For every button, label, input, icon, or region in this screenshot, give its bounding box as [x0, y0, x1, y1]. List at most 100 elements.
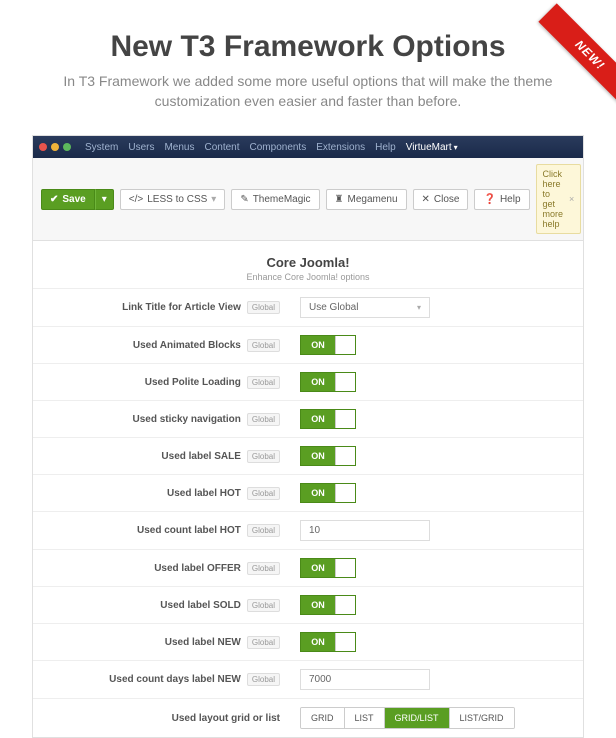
label-polite: Used Polite Loading [145, 377, 241, 388]
menu-extensions[interactable]: Extensions [316, 142, 365, 153]
label-count-new: Used count days label NEW [109, 674, 241, 685]
label-sticky: Used sticky navigation [133, 414, 241, 425]
toggle-knob [335, 484, 355, 502]
help-icon: ❓ [483, 194, 495, 205]
layout-opt-list[interactable]: LIST [345, 708, 385, 728]
chevron-down-icon: ▾ [211, 194, 216, 205]
toggle-on-label: ON [301, 447, 335, 465]
section-title: Core Joomla! [33, 255, 583, 270]
page-title: New T3 Framework Options [0, 30, 616, 64]
row-animated-blocks: Used Animated BlocksGlobal ON [33, 326, 583, 363]
label-sale: Used label SALE [161, 451, 240, 462]
magic-wand-icon: ✎ [240, 194, 248, 205]
close-window-icon[interactable] [39, 143, 47, 151]
layout-opt-listgrid[interactable]: LIST/GRID [450, 708, 514, 728]
global-badge: Global [247, 562, 280, 575]
row-label-offer: Used label OFFER Global ON [33, 549, 583, 586]
toggle-on-label: ON [301, 410, 335, 428]
admin-panel: System Users Menus Content Components Ex… [32, 135, 584, 738]
help-hint-text: Click here to get more help [543, 169, 564, 229]
less-label: LESS to CSS [147, 194, 207, 205]
toggle-animated[interactable]: ON [300, 335, 356, 355]
less-to-css-button[interactable]: </> LESS to CSS ▾ [120, 189, 226, 210]
row-count-hot: Used count label HOT Global [33, 511, 583, 549]
close-icon: ✕ [422, 194, 430, 205]
menu-users[interactable]: Users [128, 142, 154, 153]
row-label-sale: Used label SALEGlobal ON [33, 437, 583, 474]
code-icon: </> [129, 194, 143, 205]
chevron-down-icon: ▾ [417, 303, 421, 312]
menu-system[interactable]: System [85, 142, 118, 153]
save-icon: ✔ [50, 194, 58, 205]
label-hot: Used label HOT [167, 488, 241, 499]
close-label: Close [434, 194, 460, 205]
row-label-hot: Used label HOTGlobal ON [33, 474, 583, 511]
page-subtitle: In T3 Framework we added some more usefu… [40, 72, 576, 111]
thememagic-label: ThemeMagic [253, 194, 311, 205]
toggle-on-label: ON [301, 559, 335, 577]
global-badge: Global [247, 599, 280, 612]
global-badge: Global [247, 413, 280, 426]
global-badge: Global [247, 301, 280, 314]
label-new: Used label NEW [165, 637, 241, 648]
menu-components[interactable]: Components [250, 142, 307, 153]
input-count-new[interactable] [300, 669, 430, 690]
toggle-knob [335, 373, 355, 391]
menu-virtuemart-label: VirtueMart [406, 142, 452, 153]
section-subtitle: Enhance Core Joomla! options [33, 272, 583, 282]
row-layout: Used layout grid or list GRID LIST GRID/… [33, 698, 583, 737]
menu-help[interactable]: Help [375, 142, 396, 153]
help-hint: Click here to get more help × [536, 164, 582, 234]
label-link-title: Link Title for Article View [122, 302, 241, 313]
global-badge: Global [247, 376, 280, 389]
window-menubar: System Users Menus Content Components Ex… [33, 136, 583, 158]
toggle-sticky[interactable]: ON [300, 409, 356, 429]
layout-opt-gridlist[interactable]: GRID/LIST [385, 708, 450, 728]
close-button[interactable]: ✕ Close [413, 189, 469, 210]
layout-button-group: GRID LIST GRID/LIST LIST/GRID [300, 707, 515, 729]
toggle-knob [335, 336, 355, 354]
toggle-knob [335, 559, 355, 577]
label-sold: Used label SOLD [160, 600, 241, 611]
toggle-knob [335, 410, 355, 428]
save-button[interactable]: ✔ Save [41, 189, 95, 210]
thememagic-button[interactable]: ✎ ThemeMagic [231, 189, 319, 210]
toolbar: ✔ Save ▾ </> LESS to CSS ▾ ✎ ThemeMagic … [33, 158, 583, 241]
global-badge: Global [247, 339, 280, 352]
megamenu-label: Megamenu [347, 194, 397, 205]
row-sticky-nav: Used sticky navigation Global ON [33, 400, 583, 437]
menu-menus[interactable]: Menus [164, 142, 194, 153]
window-controls [39, 143, 71, 151]
toggle-on-label: ON [301, 373, 335, 391]
dismiss-hint-icon[interactable]: × [569, 194, 574, 204]
toggle-polite[interactable]: ON [300, 372, 356, 392]
global-badge: Global [247, 524, 280, 537]
toggle-on-label: ON [301, 484, 335, 502]
chevron-down-icon: ▾ [102, 194, 107, 205]
select-link-title[interactable]: Use Global ▾ [300, 297, 430, 318]
toggle-sale[interactable]: ON [300, 446, 356, 466]
toggle-knob [335, 596, 355, 614]
label-count-hot: Used count label HOT [137, 525, 241, 536]
maximize-window-icon[interactable] [63, 143, 71, 151]
save-button-group: ✔ Save ▾ [41, 189, 114, 210]
label-offer: Used label OFFER [154, 563, 241, 574]
toggle-new[interactable]: ON [300, 632, 356, 652]
label-layout: Used layout grid or list [172, 713, 280, 724]
megamenu-button[interactable]: ♜ Megamenu [326, 189, 407, 210]
select-value: Use Global [309, 302, 358, 313]
menu-virtuemart[interactable]: VirtueMart▾ [406, 142, 458, 153]
toggle-sold[interactable]: ON [300, 595, 356, 615]
toggle-offer[interactable]: ON [300, 558, 356, 578]
toggle-hot[interactable]: ON [300, 483, 356, 503]
input-count-hot[interactable] [300, 520, 430, 541]
save-dropdown-button[interactable]: ▾ [95, 189, 114, 210]
toggle-knob [335, 447, 355, 465]
save-label: Save [62, 194, 85, 205]
menu-content[interactable]: Content [204, 142, 239, 153]
layout-opt-grid[interactable]: GRID [301, 708, 345, 728]
help-button[interactable]: ❓ Help [474, 189, 529, 210]
help-label: Help [500, 194, 521, 205]
section-header: Core Joomla! Enhance Core Joomla! option… [33, 241, 583, 288]
minimize-window-icon[interactable] [51, 143, 59, 151]
